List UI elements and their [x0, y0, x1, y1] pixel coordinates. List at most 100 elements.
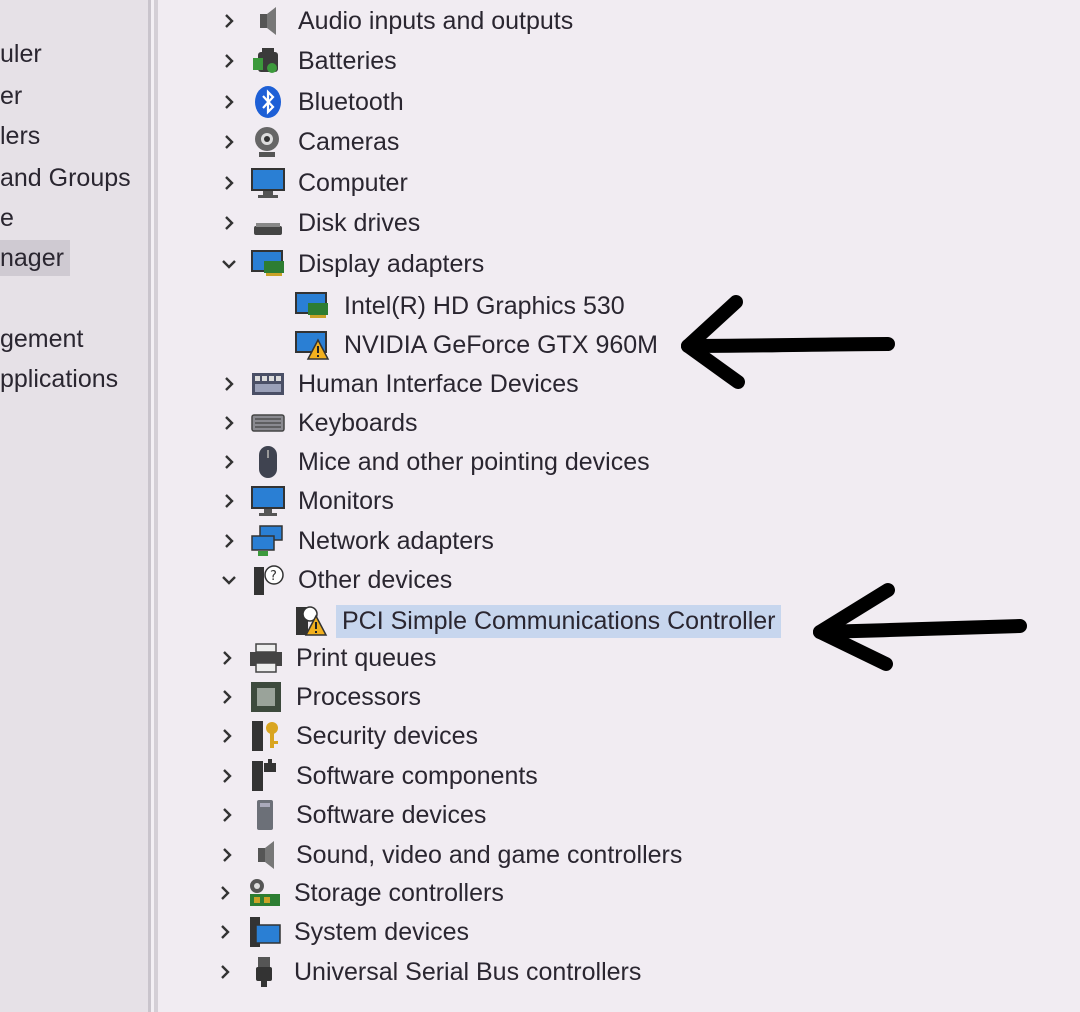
tree-node-mice-and-other-pointing-devices[interactable]: Mice and other pointing devices: [218, 444, 654, 480]
tree-node-security-devices[interactable]: Security devices: [216, 718, 482, 754]
nav-item-local-users-and-groups[interactable]: and Groups: [0, 160, 137, 196]
computer-icon: [250, 166, 286, 200]
hid-icon: [250, 367, 286, 401]
device-tree: Audio inputs and outputs Batteries Bluet…: [158, 0, 1080, 1012]
tree-node-label: Storage controllers: [294, 878, 504, 907]
tree-node-keyboards[interactable]: Keyboards: [218, 405, 422, 441]
display-adapter-warning-icon: [294, 328, 330, 362]
tree-node-label: Intel(R) HD Graphics 530: [344, 291, 625, 320]
annotation-arrow: [681, 295, 895, 389]
monitor-icon: [250, 484, 286, 518]
device-warning-icon: [292, 604, 328, 638]
device-nvidia-geforce-gtx-960m[interactable]: NVIDIA GeForce GTX 960M: [294, 327, 664, 363]
svg-text:?: ?: [270, 569, 277, 584]
tree-node-label: Other devices: [298, 565, 453, 594]
bluetooth-icon: [250, 85, 286, 119]
nav-item-task-scheduler[interactable]: uler: [0, 36, 48, 72]
chevron-right-icon[interactable]: [216, 647, 238, 669]
tree-node-computer[interactable]: Computer: [218, 165, 412, 201]
chevron-right-icon[interactable]: [218, 530, 240, 552]
chevron-right-icon[interactable]: [216, 804, 238, 826]
chevron-right-icon[interactable]: [214, 882, 236, 904]
nav-item-performance[interactable]: e: [0, 200, 20, 236]
device-pci-simple-communications-controller[interactable]: PCI Simple Communications Controller: [292, 603, 782, 639]
security-key-icon: [248, 719, 284, 753]
chevron-right-icon[interactable]: [214, 961, 236, 983]
tree-node-sound-video-and-game-controllers[interactable]: Sound, video and game controllers: [216, 837, 686, 873]
tree-node-cameras[interactable]: Cameras: [218, 124, 403, 160]
tree-node-print-queues[interactable]: Print queues: [216, 640, 440, 676]
nav-item-shared-folders[interactable]: lers: [0, 118, 46, 154]
nav-item-disk-management[interactable]: gement: [0, 321, 89, 357]
tree-node-bluetooth[interactable]: Bluetooth: [218, 84, 408, 120]
chevron-down-icon[interactable]: [218, 569, 240, 591]
chevron-down-icon[interactable]: [218, 253, 240, 275]
display-adapter-icon: [294, 289, 330, 323]
tree-node-label: Cameras: [298, 127, 400, 156]
chevron-right-icon[interactable]: [218, 131, 240, 153]
pane-splitter[interactable]: [148, 0, 158, 1012]
tree-node-software-devices[interactable]: Software devices: [216, 797, 490, 833]
storage-controller-icon: [246, 876, 282, 910]
chevron-right-icon[interactable]: [218, 91, 240, 113]
chevron-right-icon[interactable]: [216, 725, 238, 747]
chevron-right-icon[interactable]: [218, 412, 240, 434]
chevron-right-icon[interactable]: [216, 765, 238, 787]
tree-node-universal-serial-bus-controllers[interactable]: Universal Serial Bus controllers: [214, 954, 645, 990]
disk-drive-icon: [250, 206, 286, 240]
tree-node-processors[interactable]: Processors: [216, 679, 425, 715]
nav-item-services-and-applications[interactable]: pplications: [0, 361, 124, 397]
tree-node-monitors[interactable]: Monitors: [218, 483, 398, 519]
tree-node-label: NVIDIA GeForce GTX 960M: [344, 330, 658, 359]
chevron-right-icon[interactable]: [218, 10, 240, 32]
tree-node-label: Disk drives: [298, 208, 421, 237]
nav-item-event-viewer[interactable]: er: [0, 78, 28, 114]
tree-node-software-components[interactable]: Software components: [216, 758, 542, 794]
device-intel-hd-graphics-530[interactable]: Intel(R) HD Graphics 530: [294, 288, 631, 324]
tree-node-batteries[interactable]: Batteries: [218, 43, 401, 79]
chevron-right-icon[interactable]: [218, 451, 240, 473]
navigation-pane: uler er lers and Groups e nager gement p…: [0, 0, 150, 1012]
tree-node-label: System devices: [294, 917, 470, 946]
speaker-icon: [250, 4, 286, 38]
display-adapter-icon: [250, 247, 286, 281]
chevron-right-icon[interactable]: [216, 686, 238, 708]
tree-node-label: Print queues: [296, 643, 437, 672]
processor-icon: [248, 680, 284, 714]
chevron-right-icon[interactable]: [216, 844, 238, 866]
tree-node-display-adapters[interactable]: Display adapters: [218, 246, 488, 282]
tree-node-label: PCI Simple Communications Controller: [336, 604, 782, 638]
keyboard-icon: [250, 406, 286, 440]
tree-node-label: Processors: [296, 682, 422, 711]
system-devices-icon: [246, 915, 282, 949]
tree-node-network-adapters[interactable]: Network adapters: [218, 523, 498, 559]
tree-node-human-interface-devices[interactable]: Human Interface Devices: [218, 366, 583, 402]
chevron-right-icon[interactable]: [214, 921, 236, 943]
printer-icon: [248, 641, 284, 675]
tree-node-label: Software components: [296, 761, 538, 790]
tree-node-audio-inputs-and-outputs[interactable]: Audio inputs and outputs: [218, 3, 577, 39]
tree-node-label: Batteries: [298, 46, 397, 75]
chevron-right-icon[interactable]: [218, 50, 240, 72]
chevron-right-icon[interactable]: [218, 212, 240, 234]
chevron-right-icon[interactable]: [218, 373, 240, 395]
tree-node-label: Bluetooth: [298, 87, 404, 116]
mouse-icon: [250, 445, 286, 479]
tree-node-system-devices[interactable]: System devices: [214, 914, 473, 950]
speaker-icon: [248, 838, 284, 872]
chevron-right-icon[interactable]: [218, 172, 240, 194]
tree-node-label: Monitors: [298, 486, 394, 515]
camera-icon: [250, 125, 286, 159]
chevron-right-icon[interactable]: [218, 490, 240, 512]
network-icon: [250, 524, 286, 558]
tree-node-label: Display adapters: [298, 249, 485, 278]
tree-node-storage-controllers[interactable]: Storage controllers: [214, 875, 508, 911]
tree-node-disk-drives[interactable]: Disk drives: [218, 205, 424, 241]
usb-icon: [246, 955, 282, 989]
tree-node-label: Universal Serial Bus controllers: [294, 957, 642, 986]
nav-item-device-manager[interactable]: nager: [0, 240, 70, 276]
software-device-icon: [248, 798, 284, 832]
tree-node-label: Computer: [298, 168, 408, 197]
tree-node-other-devices[interactable]: ? Other devices: [218, 562, 456, 598]
tree-node-label: Network adapters: [298, 526, 494, 555]
